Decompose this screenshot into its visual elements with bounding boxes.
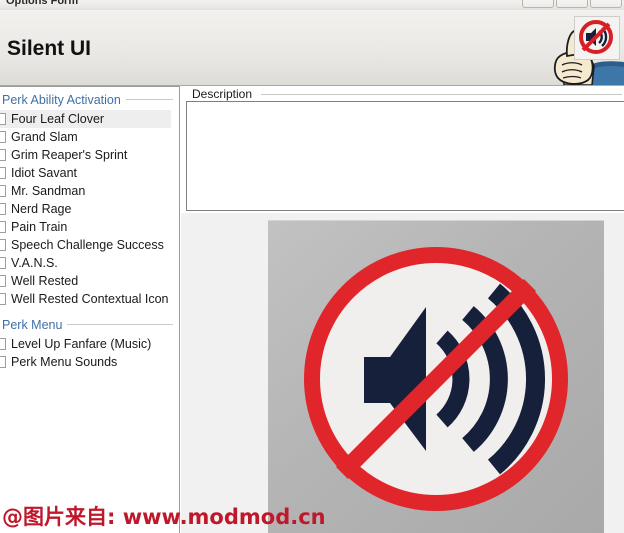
option-label: Four Leaf Clover — [11, 112, 105, 126]
checkbox-icon[interactable] — [0, 257, 6, 269]
option-row-well-rested[interactable]: Well Rested — [0, 272, 179, 290]
option-label: Level Up Fanfare (Music) — [11, 337, 152, 351]
checkbox-icon[interactable] — [0, 221, 6, 233]
option-label: V.A.N.S. — [11, 256, 58, 270]
options-list-panel[interactable]: Perk Ability Activation Four Leaf Clover… — [0, 86, 180, 533]
group-header-perk-menu: Perk Menu — [2, 316, 173, 333]
checkbox-icon[interactable] — [0, 203, 6, 215]
checkbox-icon[interactable] — [0, 167, 6, 179]
no-sound-icon — [574, 16, 620, 60]
option-row-perk-menu-sounds[interactable]: Perk Menu Sounds — [0, 353, 179, 371]
window-controls[interactable] — [522, 0, 622, 8]
description-divider — [261, 93, 622, 95]
option-row-mr-sandman[interactable]: Mr. Sandman — [0, 182, 179, 200]
option-label: Speech Challenge Success — [11, 238, 164, 252]
option-label: Perk Menu Sounds — [11, 355, 118, 369]
minimize-button[interactable] — [522, 0, 554, 8]
checkbox-icon[interactable] — [0, 113, 6, 125]
checkbox-icon[interactable] — [0, 275, 6, 287]
options-form-window: Options Form Silent UI Perk Ability Acti… — [0, 0, 624, 533]
description-label: Description — [192, 87, 256, 101]
option-row-grim-reapers-sprint[interactable]: Grim Reaper's Sprint — [0, 146, 179, 164]
option-label: Grand Slam — [11, 130, 78, 144]
watermark-text: @图片来自: www.modmod.cn — [2, 505, 326, 529]
group-header-perk-ability-activation: Perk Ability Activation — [2, 91, 173, 108]
close-button[interactable] — [590, 0, 622, 8]
app-header: Silent UI — [0, 10, 624, 86]
group-title: Perk Menu — [2, 317, 63, 332]
checkbox-icon[interactable] — [0, 185, 6, 197]
checkbox-icon[interactable] — [0, 338, 6, 350]
option-label: Well Rested Contextual Icon — [11, 292, 169, 306]
group-title: Perk Ability Activation — [2, 92, 121, 107]
option-row-four-leaf-clover[interactable]: Four Leaf Clover — [0, 110, 171, 128]
preview-image — [268, 220, 604, 533]
option-row-nerd-rage[interactable]: Nerd Rage — [0, 200, 179, 218]
preview-right-margin — [604, 213, 624, 533]
option-row-idiot-savant[interactable]: Idiot Savant — [0, 164, 179, 182]
option-label: Mr. Sandman — [11, 184, 86, 198]
maximize-button[interactable] — [556, 0, 588, 8]
description-header: Description — [192, 87, 622, 101]
option-label: Well Rested — [11, 274, 79, 288]
description-textarea[interactable] — [186, 101, 624, 211]
option-label: Idiot Savant — [11, 166, 78, 180]
option-label: Pain Train — [11, 220, 68, 234]
description-group: Description — [186, 87, 624, 213]
window-title: Options Form — [6, 0, 79, 7]
group-divider — [67, 324, 173, 325]
option-row-speech-challenge-success[interactable]: Speech Challenge Success — [0, 236, 179, 254]
checkbox-icon[interactable] — [0, 149, 6, 161]
option-row-well-rested-contextual-icon[interactable]: Well Rested Contextual Icon — [0, 290, 179, 308]
option-row-level-up-fanfare[interactable]: Level Up Fanfare (Music) — [0, 335, 179, 353]
option-row-vans[interactable]: V.A.N.S. — [0, 254, 179, 272]
page-title: Silent UI — [7, 37, 92, 60]
checkbox-icon[interactable] — [0, 356, 6, 368]
option-label: Grim Reaper's Sprint — [11, 148, 128, 162]
checkbox-icon[interactable] — [0, 293, 6, 305]
group-divider — [125, 99, 173, 100]
option-row-pain-train[interactable]: Pain Train — [0, 218, 179, 236]
option-row-grand-slam[interactable]: Grand Slam — [0, 128, 179, 146]
checkbox-icon[interactable] — [0, 239, 6, 251]
checkbox-icon[interactable] — [0, 131, 6, 143]
option-label: Nerd Rage — [11, 202, 72, 216]
